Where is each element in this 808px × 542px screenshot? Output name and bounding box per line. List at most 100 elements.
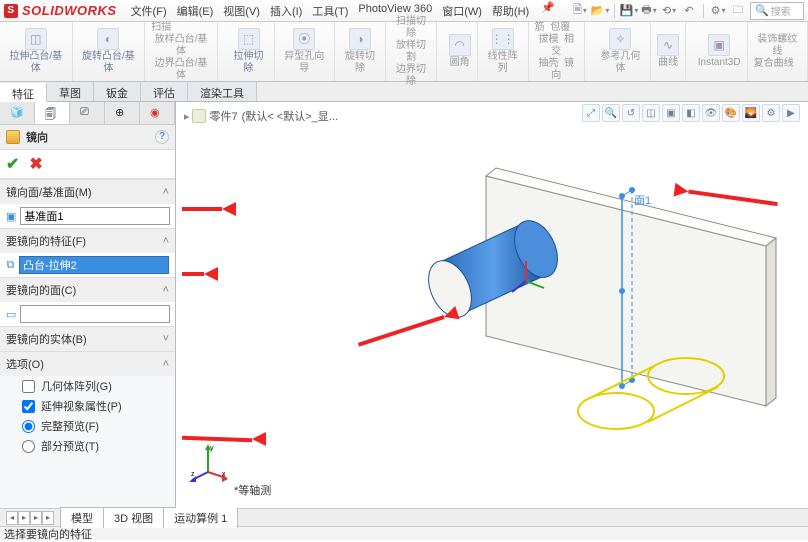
svg-text:z: z	[191, 471, 195, 478]
search-box[interactable]: 🔍 搜索	[750, 2, 804, 20]
command-ribbon: ◫拉伸凸台/基体 ◐旋转凸台/基体 扫描放样凸台/基体边界凸台/基体 ⬚拉伸切除…	[0, 22, 808, 82]
row-faces: ▭	[0, 302, 175, 326]
tab-motion[interactable]: 运动算例 1	[163, 507, 238, 528]
chk-extend-visual[interactable]: 延伸视象属性(P)	[0, 396, 175, 416]
input-mirror-plane[interactable]	[20, 207, 170, 225]
rad-full-box[interactable]	[22, 420, 35, 433]
sec-bodies[interactable]: 要镜向的实体(B)˅	[0, 326, 175, 351]
ribbon-hole-wizard[interactable]: ⦿异型孔向导	[275, 22, 335, 81]
panel-tabs: 🧊 🗐 ⎚ ⊕ ◉	[0, 102, 175, 125]
ribbon-linear-pattern[interactable]: ⋮⋮线性阵列	[478, 22, 529, 81]
appearance-icon[interactable]: 🎨	[722, 104, 740, 122]
search-icon: 🔍	[755, 4, 769, 17]
menu-insert[interactable]: 插入(I)	[266, 1, 306, 21]
pin-icon[interactable]: 📌	[541, 1, 555, 21]
zoom-area-icon[interactable]: 🔍	[602, 104, 620, 122]
help-icon[interactable]: ?	[155, 130, 169, 144]
panel-tab-dimxpert[interactable]: ⊕	[105, 102, 140, 124]
quick-access-toolbar: 🗎 📂 💾 🖶 ⟲ ↶ ⚙ 🗀 🔍 搜索	[572, 2, 804, 20]
sec-faces[interactable]: 要镜向的面(C)˄	[0, 277, 175, 302]
panel-tab-appearance[interactable]: ◉	[140, 102, 175, 124]
chk-geom-pattern-box[interactable]	[22, 380, 35, 393]
ribbon-revolve-boss[interactable]: ◐旋转凸台/基体	[73, 22, 146, 81]
sec-options[interactable]: 选项(O)˄	[0, 351, 175, 376]
feature-icon: ⧉	[6, 257, 15, 273]
ribbon-fillet[interactable]: ◠圆角	[443, 22, 478, 81]
menu-help[interactable]: 帮助(H)	[488, 1, 533, 21]
zoom-fit-icon[interactable]: ⤢	[582, 104, 600, 122]
tab-evaluate[interactable]: 评估	[141, 82, 188, 101]
svg-text:y: y	[210, 445, 214, 452]
tab-3dview[interactable]: 3D 视图	[103, 507, 164, 528]
menu-file[interactable]: 文件(F)	[127, 1, 171, 21]
ribbon-extrude-cut[interactable]: ⬚拉伸切除	[224, 22, 275, 81]
menu-view[interactable]: 视图(V)	[219, 1, 264, 21]
property-manager: 🧊 🗐 ⎚ ⊕ ◉ 镜向 ? ✔ ✖ 镜向面/基准面(M)˄ ▣ 要镜向的特征(…	[0, 102, 176, 508]
section-view-icon[interactable]: ◫	[642, 104, 660, 122]
render-icon[interactable]: ▶	[782, 104, 800, 122]
ok-button[interactable]: ✔	[6, 154, 19, 174]
prev-view-icon[interactable]: ↺	[622, 104, 640, 122]
ribbon-revolve-cut[interactable]: ◑旋转切除	[335, 22, 386, 81]
display-style-icon[interactable]: ◧	[682, 104, 700, 122]
folder-icon[interactable]: 🗀	[730, 3, 746, 19]
open-doc-icon[interactable]: 📂	[592, 3, 608, 19]
sec-mirror-plane[interactable]: 镜向面/基准面(M)˄	[0, 179, 175, 204]
cancel-button[interactable]: ✖	[29, 154, 42, 174]
panel-tab-property-mgr[interactable]: 🗐	[35, 102, 70, 124]
row-mirror-plane: ▣	[0, 204, 175, 228]
breadcrumb[interactable]: ▸ 零件7 (默认< <默认>_显...	[184, 108, 338, 124]
rebuild-icon[interactable]: ⟲	[661, 3, 677, 19]
ribbon-boss-more[interactable]: 扫描放样凸台/基体边界凸台/基体	[145, 22, 218, 81]
chk-extend-visual-box[interactable]	[22, 400, 35, 413]
ribbon-instant3d[interactable]: ▣Instant3D	[692, 22, 748, 81]
view-settings-icon[interactable]: ⚙	[762, 104, 780, 122]
chk-geom-pattern[interactable]: 几何体阵列(G)	[0, 376, 175, 396]
options-icon[interactable]: ⚙	[710, 3, 726, 19]
rad-full-preview[interactable]: 完整预览(F)	[0, 416, 175, 436]
iso-label: *等轴测	[234, 482, 271, 498]
heads-up-toolbar: ⤢ 🔍 ↺ ◫ ▣ ◧ 👁 🎨 🌄 ⚙ ▶	[582, 104, 800, 122]
annotation-arrow-2	[182, 267, 216, 281]
ribbon-cut-more[interactable]: 扫描切除放样切割边界切除	[386, 22, 437, 81]
undo-icon[interactable]: ↶	[681, 3, 697, 19]
panel-tab-feature-tree[interactable]: 🧊	[0, 102, 35, 124]
pm-title: 镜向	[26, 129, 48, 145]
save-icon[interactable]: 💾	[621, 3, 637, 19]
part-state: (默认< <默认>_显...	[242, 108, 338, 124]
status-bar: 选择要镜向的特征	[0, 526, 808, 540]
new-doc-icon[interactable]: 🗎	[572, 3, 588, 19]
mirror-icon	[6, 130, 20, 144]
rad-partial-preview[interactable]: 部分预览(T)	[0, 436, 175, 456]
panel-tab-config[interactable]: ⎚	[70, 102, 105, 124]
face-icon: ▭	[6, 306, 16, 322]
input-faces[interactable]	[20, 305, 170, 323]
input-features[interactable]	[19, 256, 169, 274]
menu-edit[interactable]: 编辑(E)	[173, 1, 218, 21]
menu-tools[interactable]: 工具(T)	[308, 1, 352, 21]
annotation-arrow-1	[182, 202, 234, 216]
tab-features[interactable]: 特征	[0, 83, 47, 102]
ribbon-ref-geom[interactable]: ✧参考几何体	[591, 22, 651, 81]
main-menu: 文件(F) 编辑(E) 视图(V) 插入(I) 工具(T) PhotoView …	[127, 1, 561, 21]
graphics-area[interactable]: ▸ 零件7 (默认< <默认>_显... ⤢ 🔍 ↺ ◫ ▣ ◧ 👁 🎨 🌄 ⚙…	[176, 102, 808, 508]
tab-render[interactable]: 渲染工具	[188, 82, 257, 101]
menu-window[interactable]: 窗口(W)	[438, 1, 486, 21]
print-icon[interactable]: 🖶	[641, 3, 657, 19]
sec-features[interactable]: 要镜向的特征(F)˄	[0, 228, 175, 253]
rad-partial-box[interactable]	[22, 440, 35, 453]
app-logo: S SOLIDWORKS	[4, 3, 117, 18]
view-triad: yxz	[188, 442, 228, 482]
ribbon-curves[interactable]: ∿曲线	[651, 22, 686, 81]
tab-sheetmetal[interactable]: 钣金	[94, 82, 141, 101]
tab-sketch[interactable]: 草图	[47, 82, 94, 101]
view-orient-icon[interactable]: ▣	[662, 104, 680, 122]
ribbon-features-more[interactable]: 筋 包覆 拔模 相交 抽壳 镜向	[529, 22, 585, 81]
hide-show-icon[interactable]: 👁	[702, 104, 720, 122]
ribbon-extrude-boss[interactable]: ◫拉伸凸台/基体	[0, 22, 73, 81]
scene-icon[interactable]: 🌄	[742, 104, 760, 122]
tab-scroll[interactable]: ◂▸▸▸	[6, 511, 54, 525]
ribbon-cosmetic[interactable]: 装饰螺纹线复合曲线	[748, 22, 808, 81]
row-features: ⧉	[0, 253, 175, 277]
solidworks-icon: S	[4, 4, 18, 18]
